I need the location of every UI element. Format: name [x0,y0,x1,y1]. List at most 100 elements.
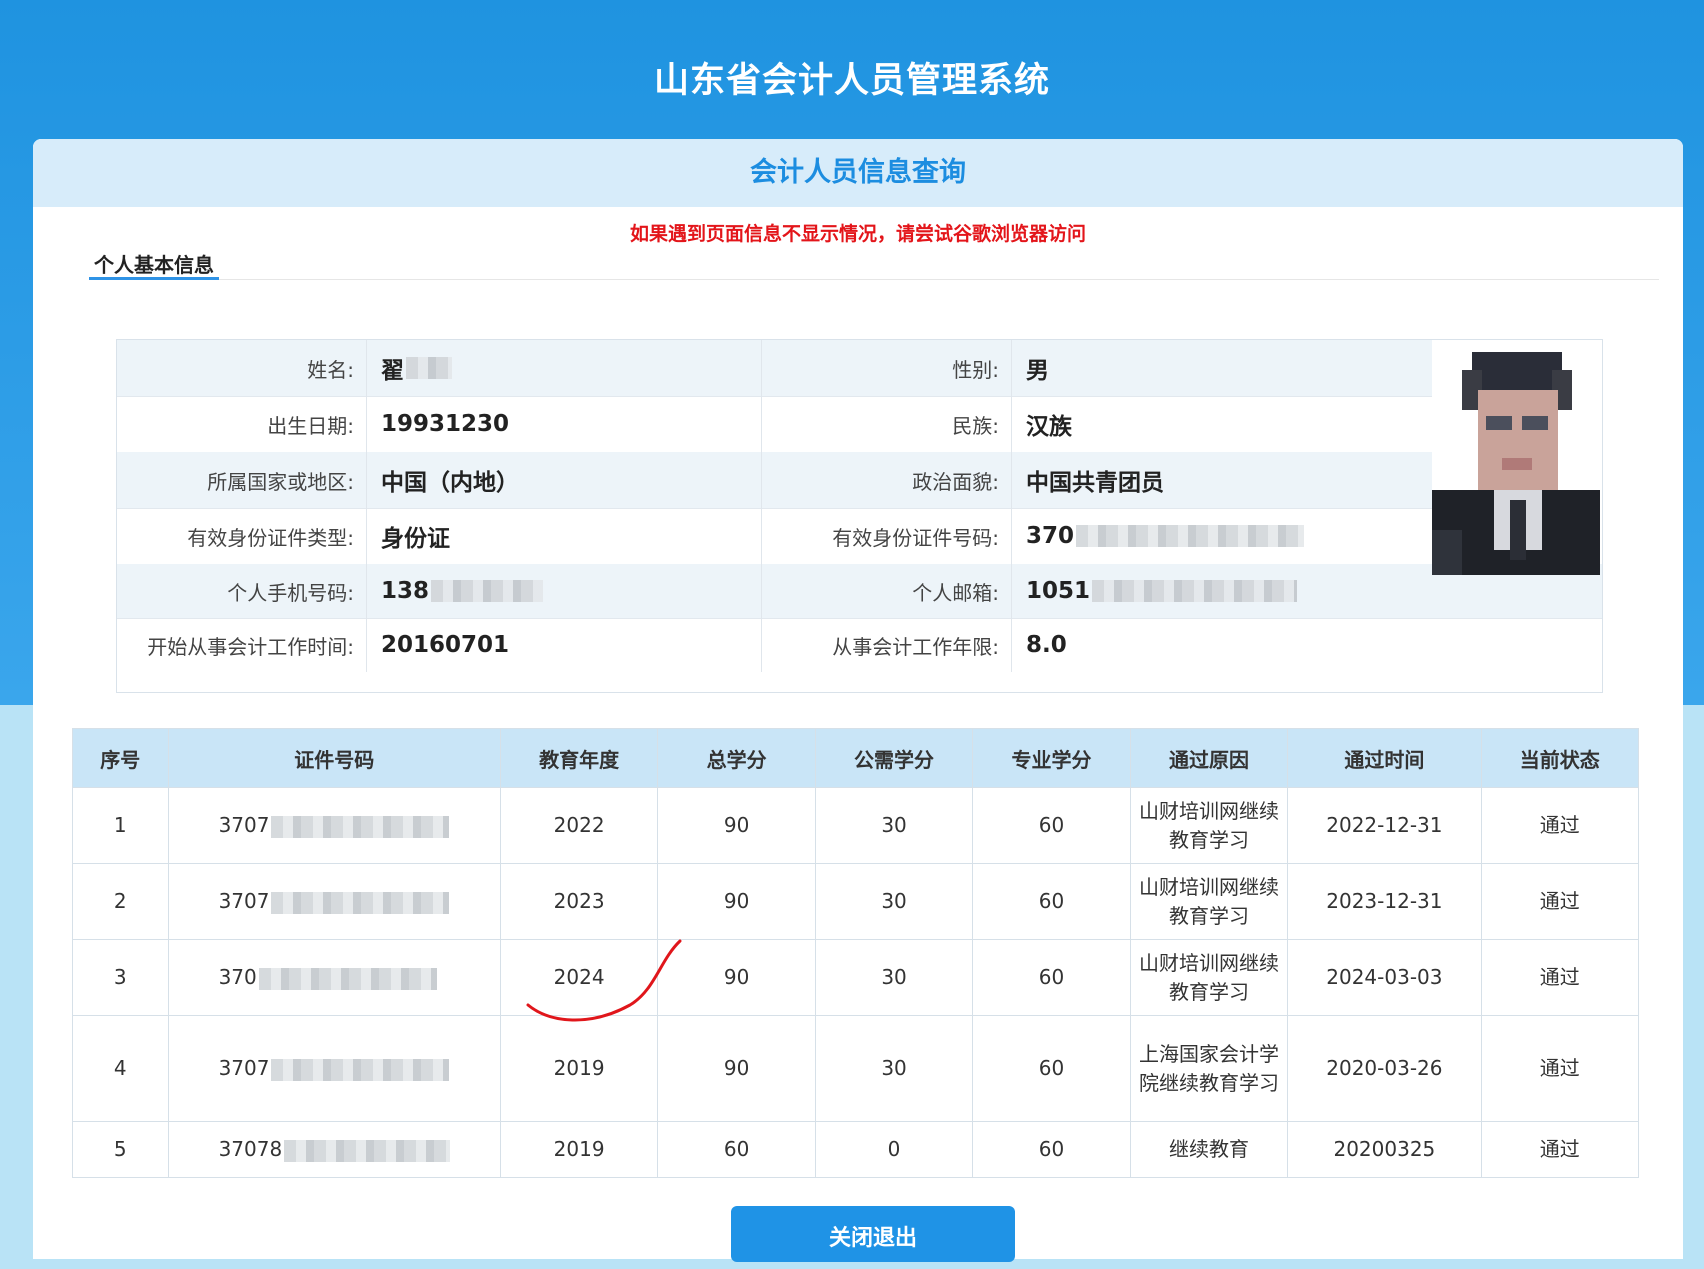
col-header: 通过时间 [1287,728,1482,788]
tab-bar: 个人基本信息 [89,249,1659,280]
table-row: 3 370 2024 90 30 60 山财培训网继续教育学习 2024-03-… [72,939,1640,1016]
system-title: 山东省会计人员管理系统 [653,61,1050,101]
status: 通过 [1480,863,1640,940]
ethnic-value: 汉族 [1026,414,1072,440]
redaction [271,891,450,914]
pass-reason: 山财培训网继续教育学习 [1129,787,1289,864]
close-exit-button[interactable]: 关闭退出 [731,1206,1015,1262]
birth-value: 19931230 [367,396,762,452]
phone-value: 138 [367,564,762,618]
political-value: 中国共青团员 [1026,470,1164,496]
id-photo [1432,340,1600,575]
gender-value: 男 [1026,358,1049,384]
major-credits: 60 [972,939,1131,1016]
pass-time: 2020-03-26 [1287,1015,1482,1122]
col-header: 通过原因 [1129,728,1289,788]
education-records-table: 序号 证件号码 教育年度 总学分 公需学分 专业学分 通过原因 通过时间 当前状… [72,728,1640,1178]
col-header: 教育年度 [499,728,659,788]
browser-notice: 如果遇到页面信息不显示情况，请尝试谷歌浏览器访问 [629,223,1086,245]
years-value: 8.0 [1026,632,1067,658]
total-credits: 90 [657,863,816,940]
redaction [1076,525,1305,547]
edu-year: 2023 [499,863,659,940]
region-label: 所属国家或地区: [117,452,367,508]
redaction [271,815,450,838]
id-number: 370 [167,939,501,1016]
redaction [284,1139,451,1162]
id-number: 3707 [167,1015,501,1122]
status: 通过 [1480,787,1640,864]
faint-overlay-text [690,695,1030,709]
pass-time: 2024-03-03 [1287,939,1482,1016]
row-index: 3 [72,939,169,1016]
public-credits: 30 [814,787,974,864]
public-credits: 0 [814,1121,974,1178]
major-credits: 60 [972,787,1131,864]
public-credits: 30 [814,863,974,940]
pass-time: 2023-12-31 [1287,863,1482,940]
start-label: 开始从事会计工作时间: [117,618,367,672]
pass-reason: 山财培训网继续教育学习 [1129,939,1289,1016]
birth-label: 出生日期: [117,396,367,452]
status: 通过 [1480,1015,1640,1122]
tab-basic-info[interactable]: 个人基本信息 [89,249,219,280]
person-photo-pixelated [1432,340,1600,575]
name-label: 姓名: [117,340,367,396]
years-label: 从事会计工作年限: [762,618,1012,672]
table-row: 1 3707 2022 90 30 60 山财培训网继续教育学习 2022-12… [72,787,1640,864]
idno-label: 有效身份证件号码: [762,508,1012,564]
panel-title: 会计人员信息查询 [33,139,1683,207]
redaction [258,967,437,990]
col-header: 当前状态 [1480,728,1640,788]
pass-time: 2022-12-31 [1287,787,1482,864]
idtype-value: 身份证 [367,508,762,564]
col-header: 序号 [72,728,169,788]
edu-year: 2019 [499,1121,659,1178]
redaction [1092,580,1298,602]
major-credits: 60 [972,1015,1131,1122]
major-credits: 60 [972,863,1131,940]
total-credits: 90 [657,787,816,864]
major-credits: 60 [972,1121,1131,1178]
id-number: 3707 [167,787,501,864]
status: 通过 [1480,939,1640,1016]
info-row: 开始从事会计工作时间: 20160701 从事会计工作年限: 8.0 [117,618,1602,672]
info-row: 出生日期: 19931230 民族: 汉族 [117,396,1432,453]
gender-label: 性别: [762,340,1012,396]
table-row: 2 3707 2023 90 30 60 山财培训网继续教育学习 2023-12… [72,863,1640,940]
public-credits: 30 [814,1015,974,1122]
row-index: 1 [72,787,169,864]
table-row: 5 37078 2019 60 0 60 继续教育 20200325 通过 [72,1121,1640,1178]
ethnic-label: 民族: [762,396,1012,452]
political-label: 政治面貌: [762,452,1012,508]
total-credits: 60 [657,1121,816,1178]
idtype-label: 有效身份证件类型: [117,508,367,564]
id-number: 3707 [167,863,501,940]
info-row: 有效身份证件类型: 身份证 有效身份证件号码: 370 [117,508,1432,565]
idno-value: 370 [1012,508,1432,564]
col-header: 公需学分 [814,728,974,788]
pass-time: 20200325 [1287,1121,1482,1178]
info-row: 个人手机号码: 138 个人邮箱: 1051 [117,564,1602,619]
pass-reason: 继续教育 [1129,1121,1289,1178]
status: 通过 [1480,1121,1640,1178]
id-number: 37078 [167,1121,501,1178]
row-index: 2 [72,863,169,940]
table-header-row: 序号 证件号码 教育年度 总学分 公需学分 专业学分 通过原因 通过时间 当前状… [72,728,1640,788]
region-value: 中国（内地） [367,452,762,508]
email-label: 个人邮箱: [762,564,1012,618]
personal-info-table: 姓名: 翟 性别: 男 出生日期: 19931230 民族: 汉族 所属国家或地… [116,339,1603,693]
start-value: 20160701 [367,618,762,672]
name-value: 翟 [367,340,762,396]
pass-reason: 山财培训网继续教育学习 [1129,863,1289,940]
edu-year: 2022 [499,787,659,864]
redaction [406,357,452,379]
row-index: 4 [72,1015,169,1122]
col-header: 证件号码 [167,728,501,788]
col-header: 总学分 [657,728,816,788]
redaction [431,580,544,602]
public-credits: 30 [814,939,974,1016]
redaction [271,1058,450,1081]
pass-reason: 上海国家会计学院继续教育学习 [1129,1015,1289,1122]
row-index: 5 [72,1121,169,1178]
